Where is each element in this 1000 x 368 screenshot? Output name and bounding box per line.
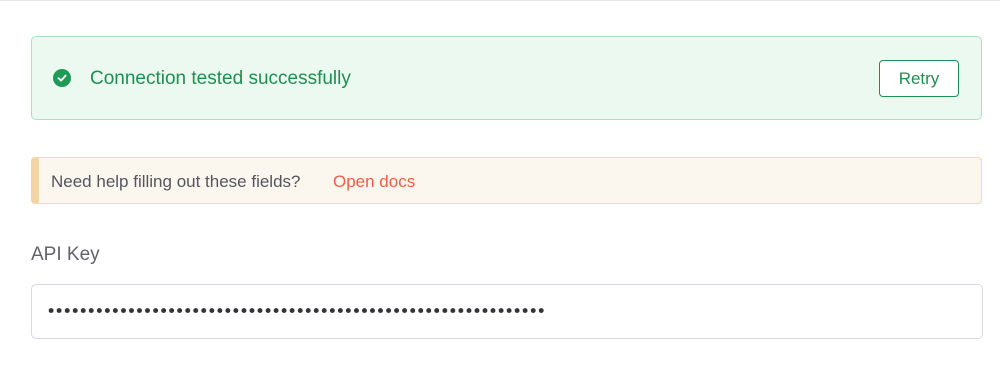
connection-settings-panel: Connection tested successfully Retry Nee…: [0, 0, 1000, 368]
top-divider: [0, 0, 1000, 1]
api-key-label: API Key: [31, 244, 100, 265]
retry-button[interactable]: Retry: [879, 60, 959, 97]
success-banner: Connection tested successfully Retry: [31, 36, 982, 120]
success-message: Connection tested successfully: [90, 68, 351, 89]
open-docs-link[interactable]: Open docs: [333, 171, 415, 193]
api-key-input[interactable]: [31, 284, 983, 339]
check-circle-icon: [53, 69, 71, 87]
help-text: Need help filling out these fields?: [51, 172, 301, 191]
help-banner: Need help filling out these fields? Open…: [31, 157, 982, 204]
